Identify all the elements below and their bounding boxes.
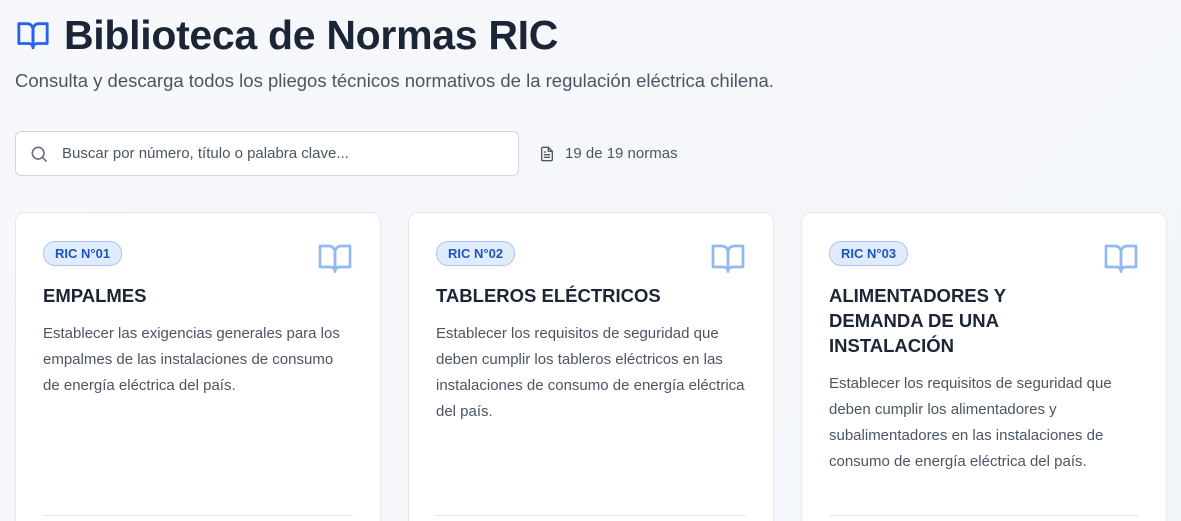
norm-title: EMPALMES	[43, 285, 147, 306]
search-input[interactable]	[62, 145, 482, 162]
norm-description: Establecer las exigencias generales para…	[43, 325, 340, 394]
search-row: 19 de 19 normas	[15, 131, 678, 176]
norm-description: Establecer los requisitos de seguridad q…	[436, 325, 745, 420]
results-count-label: 19 de 19 normas	[565, 145, 678, 162]
card-divider	[829, 515, 1139, 516]
card-divider	[43, 515, 353, 516]
document-icon	[539, 145, 555, 163]
norm-badge: RIC N°02	[436, 241, 516, 266]
page-subtitle: Consulta y descarga todos los pliegos té…	[15, 70, 774, 91]
search-box[interactable]	[15, 131, 519, 176]
norm-card[interactable]: RIC N°03 ALIMENTADORES Y DEMANDA DE UNA …	[801, 212, 1167, 521]
card-divider	[436, 515, 746, 516]
book-open-icon	[1103, 240, 1139, 276]
book-open-icon	[317, 240, 353, 276]
norm-card[interactable]: RIC N°01 EMPALMES Establecer las exigenc…	[15, 212, 381, 521]
norm-title: TABLEROS ELÉCTRICOS	[436, 285, 661, 306]
norm-badge: RIC N°03	[829, 241, 909, 266]
page-title: Biblioteca de Normas RIC	[64, 12, 559, 58]
book-open-icon	[710, 240, 746, 276]
norm-card[interactable]: RIC N°02 TABLEROS ELÉCTRICOS Establecer …	[408, 212, 774, 521]
norm-description: Establecer los requisitos de seguridad q…	[829, 375, 1112, 470]
norm-title: ALIMENTADORES Y DEMANDA DE UNA INSTALACI…	[829, 285, 1006, 356]
norms-grid: RIC N°01 EMPALMES Establecer las exigenc…	[15, 212, 1167, 521]
norm-badge: RIC N°01	[43, 241, 123, 266]
book-open-icon	[16, 18, 50, 52]
search-icon	[29, 144, 49, 164]
results-count: 19 de 19 normas	[539, 145, 678, 163]
page-header: Biblioteca de Normas RIC	[16, 12, 558, 58]
